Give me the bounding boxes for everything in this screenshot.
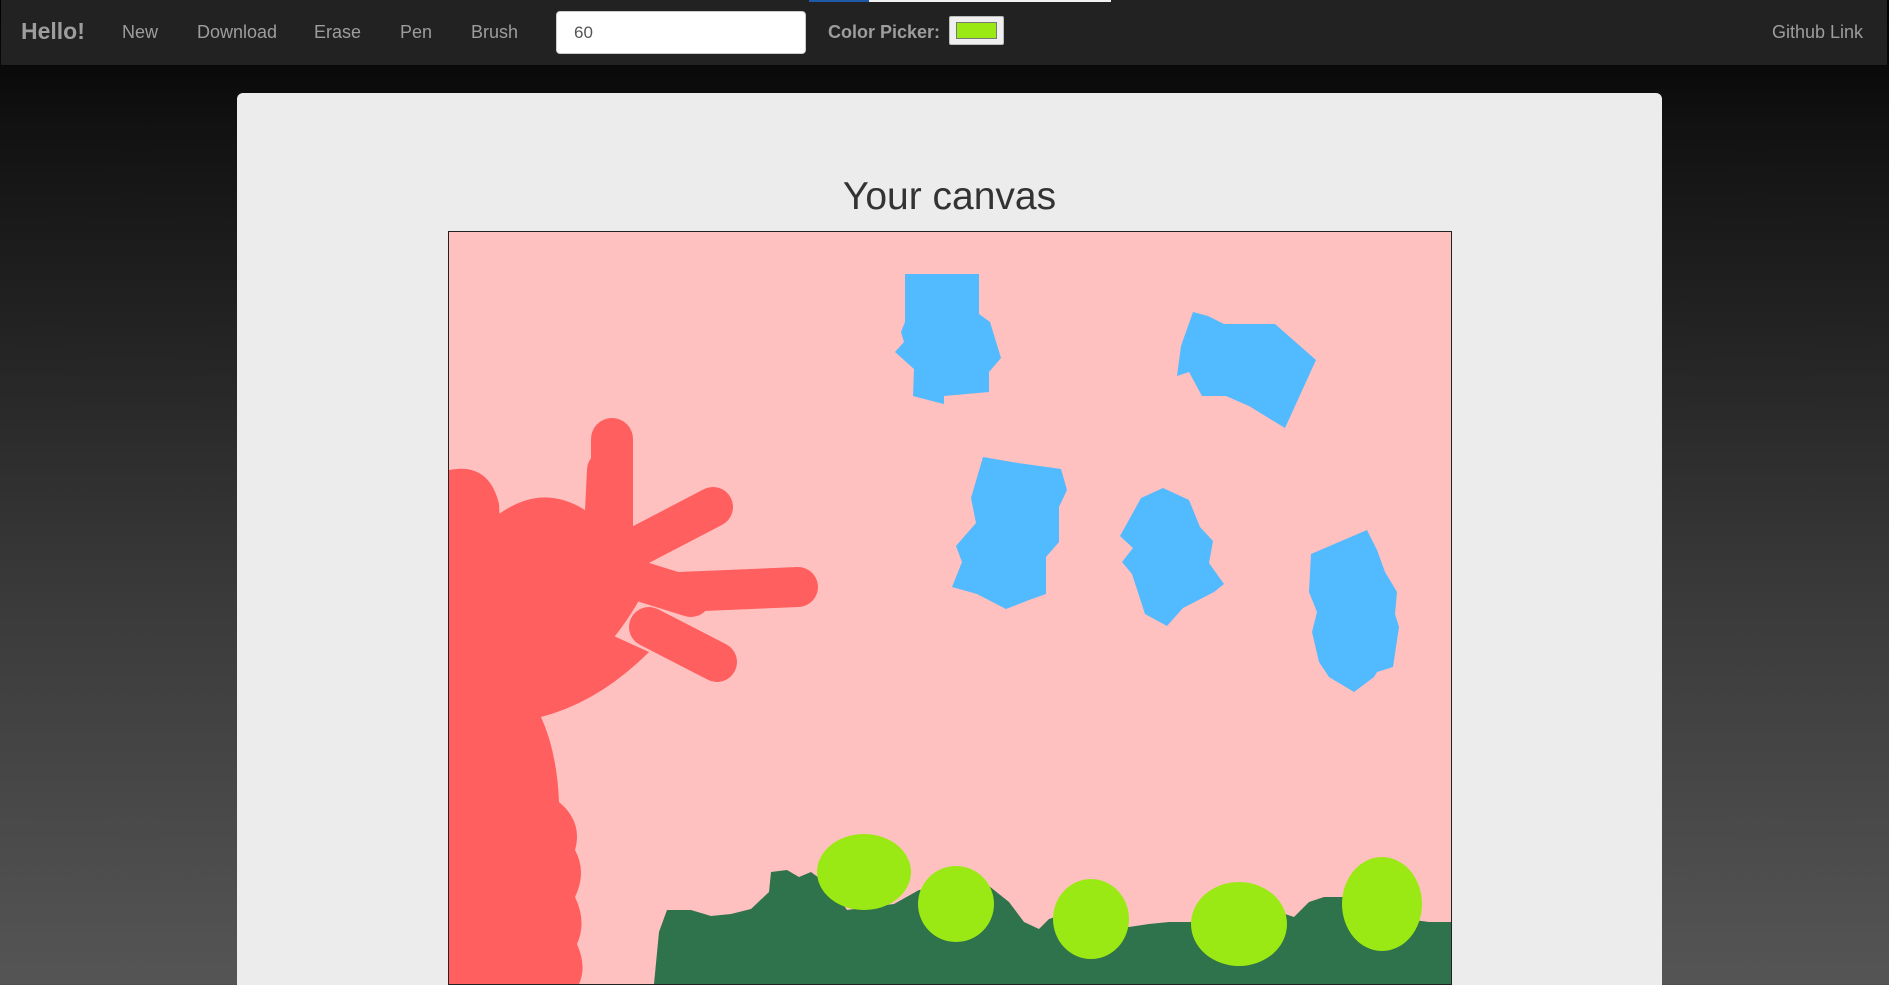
lime-bush xyxy=(1342,857,1422,951)
erase-link[interactable]: Erase xyxy=(314,22,361,43)
lime-bush xyxy=(918,866,994,942)
color-swatch xyxy=(956,22,997,39)
drawing-surface xyxy=(449,232,1451,984)
brand-link[interactable]: Hello! xyxy=(21,18,85,45)
page-title: Your canvas xyxy=(842,175,1057,218)
pen-link[interactable]: Pen xyxy=(400,22,432,43)
lime-bush xyxy=(817,834,911,910)
color-picker-input[interactable] xyxy=(949,16,1004,45)
brush-size-input[interactable] xyxy=(556,11,806,54)
download-link[interactable]: Download xyxy=(197,22,277,43)
brush-link[interactable]: Brush xyxy=(471,22,518,43)
color-picker-label: Color Picker: xyxy=(828,22,941,42)
lime-bush xyxy=(1191,882,1287,966)
new-link[interactable]: New xyxy=(122,22,158,43)
nav-top-accent-highlight xyxy=(809,0,869,2)
top-navbar: Hello! New Download Erase Pen Brush Colo… xyxy=(1,0,1887,66)
github-link[interactable]: Github Link xyxy=(1772,22,1863,43)
lime-bush xyxy=(1053,879,1129,959)
drawing-canvas[interactable] xyxy=(448,231,1452,985)
